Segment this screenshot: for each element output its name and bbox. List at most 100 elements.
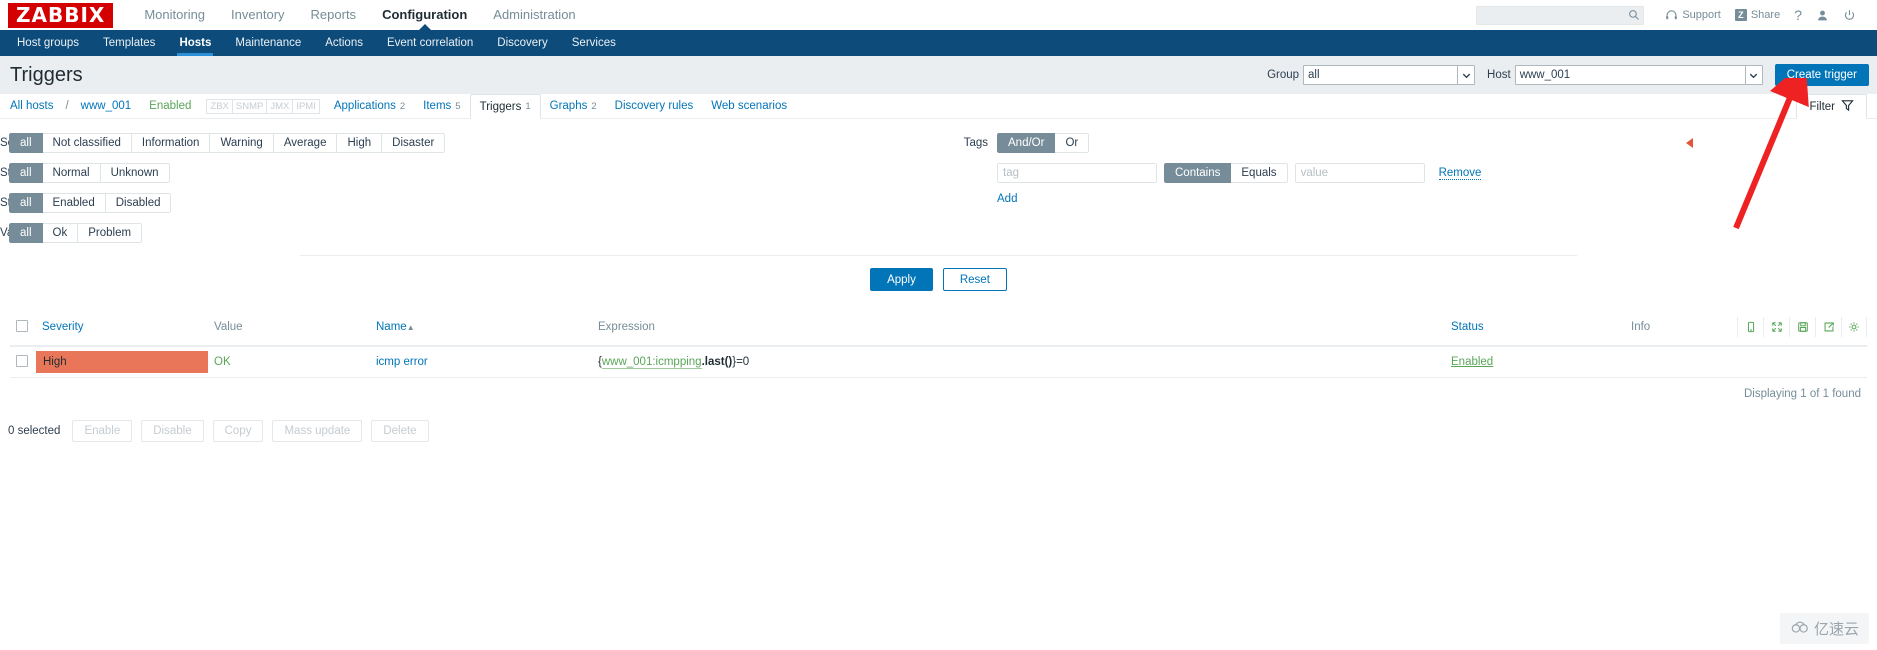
group-select[interactable]: all [1303,65,1476,85]
th-severity-link[interactable]: Severity [42,321,84,333]
crumb-tab-applications[interactable]: Applications 2 [325,94,414,118]
support-link[interactable]: Support [1658,0,1728,30]
subnav-item-maintenance[interactable]: Maintenance [223,30,313,56]
th-name-link[interactable]: Name▲ [376,321,415,333]
row-expression-cell: {www_001:icmpping.last()}=0 [592,346,1445,378]
expression-suffix: }=0 [732,356,750,368]
value-option-all[interactable]: all [9,223,43,243]
mass-update-button[interactable]: Mass update [272,420,363,442]
expression-item-link[interactable]: www_001:icmpping [601,356,702,369]
gear-icon[interactable] [1841,317,1867,337]
nav-item-reports[interactable]: Reports [298,1,370,30]
copy-button[interactable]: Copy [212,420,264,442]
zabbix-logo[interactable]: ZABBIX [8,2,114,28]
user-profile-link[interactable] [1809,0,1836,30]
severity-radioset: all Not classified Information Warning A… [9,133,446,153]
disable-button[interactable]: Disable [141,420,204,442]
enable-button[interactable]: Enable [72,420,133,442]
crumb-tab-discovery-rules[interactable]: Discovery rules [606,94,703,118]
share-link[interactable]: Z Share [1728,0,1787,30]
value-option-problem[interactable]: Problem [78,223,143,243]
filter-tab[interactable]: Filter [1796,94,1867,119]
trigger-status-link[interactable]: Enabled [1451,356,1493,368]
trigger-name-link[interactable]: icmp error [376,356,428,368]
value-radioset: all Ok Problem [9,223,143,243]
nav-item-inventory[interactable]: Inventory [218,1,297,30]
state-option-all[interactable]: all [9,163,43,183]
severity-option-not-classified[interactable]: Not classified [42,133,132,153]
crumb-tab-count: 5 [455,100,461,112]
crumb-tab-triggers[interactable]: Triggers 1 [469,94,541,119]
search-input[interactable] [1476,5,1645,25]
crumb-tab-label: Triggers [479,100,522,113]
filter-icon [1841,99,1854,115]
subnav-item-event-correlation[interactable]: Event correlation [375,30,485,56]
filter-collapse-arrow-icon[interactable] [1686,138,1693,148]
tag-value-input[interactable] [1294,163,1425,183]
subnav-item-templates[interactable]: Templates [91,30,167,56]
severity-option-average[interactable]: Average [273,133,338,153]
tags-operator-or[interactable]: Or [1055,133,1090,153]
export-icon[interactable] [1815,317,1841,337]
select-all-checkbox[interactable] [16,319,28,332]
severity-option-disaster[interactable]: Disaster [382,133,446,153]
breadcrumb-host-status[interactable]: Enabled [140,94,200,118]
logout-link[interactable] [1836,0,1863,30]
subnav-item-actions[interactable]: Actions [313,30,375,56]
nav-item-monitoring[interactable]: Monitoring [131,1,218,30]
severity-option-high[interactable]: High [337,133,383,153]
row-select-cell [10,346,36,378]
th-status-link[interactable]: Status [1451,321,1484,333]
share-icon: Z [1734,9,1747,21]
status-option-all[interactable]: all [9,193,43,213]
value-option-ok[interactable]: Ok [42,223,79,243]
expand-icon[interactable] [1763,317,1789,337]
crumb-tab-items[interactable]: Items 5 [414,94,469,118]
apply-button[interactable]: Apply [870,268,933,291]
status-option-enabled[interactable]: Enabled [42,193,106,213]
tag-match-equals[interactable]: Equals [1231,163,1288,183]
table-row[interactable]: High OK icmp error {www_001:icmpping.las… [10,346,1867,378]
status-option-disabled[interactable]: Disabled [105,193,172,213]
row-tools-cell [1725,346,1867,378]
tag-name-input[interactable] [997,163,1157,183]
nav-item-administration[interactable]: Administration [480,1,588,30]
triggers-table-wrap: Severity Value Name▲ Expression Status I… [0,309,1877,410]
crumb-tab-graphs[interactable]: Graphs 2 [541,94,606,118]
severity-option-all[interactable]: all [9,133,43,153]
host-select[interactable]: www_001 [1514,65,1763,85]
severity-option-information[interactable]: Information [131,133,211,153]
nav-item-configuration[interactable]: Configuration [369,1,480,31]
state-option-unknown[interactable]: Unknown [100,163,170,183]
subnav-item-discovery[interactable]: Discovery [485,30,559,56]
filter-column-right: Tags And/Or Or Contains Equals Remove [945,133,1877,253]
th-value: Value [208,309,370,347]
breadcrumb-all-hosts[interactable]: All hosts [10,94,62,118]
severity-option-warning[interactable]: Warning [210,133,274,153]
filter-row-tag-add: Add [945,193,1877,205]
save-icon[interactable] [1789,317,1815,337]
row-checkbox[interactable] [16,354,28,367]
subnav-item-host-groups[interactable]: Host groups [5,30,91,56]
subnav-item-hosts[interactable]: Hosts [167,30,223,56]
create-trigger-button[interactable]: Create trigger [1774,64,1869,86]
tag-remove-link[interactable]: Remove [1438,167,1482,180]
status-label: Status [0,197,33,209]
tag-add-link[interactable]: Add [997,193,1017,205]
crumb-tab-web-scenarios[interactable]: Web scenarios [702,94,796,118]
crumb-tab-count: 2 [399,100,406,112]
search-icon[interactable] [1628,9,1640,21]
breadcrumb-host[interactable]: www_001 [72,94,141,118]
subnav-item-services[interactable]: Services [560,30,628,56]
state-option-normal[interactable]: Normal [42,163,101,183]
reset-button[interactable]: Reset [942,268,1007,291]
protocol-badge-zbx: ZBX [206,98,233,114]
sort-asc-icon: ▲ [406,323,415,332]
tag-match-contains[interactable]: Contains [1164,163,1232,183]
help-link[interactable]: ? [1787,0,1809,30]
global-search [1476,5,1645,25]
tags-label: Tags [963,137,988,149]
delete-button[interactable]: Delete [371,420,429,442]
mobile-icon[interactable] [1737,317,1763,337]
tags-operator-andor[interactable]: And/Or [997,133,1056,153]
